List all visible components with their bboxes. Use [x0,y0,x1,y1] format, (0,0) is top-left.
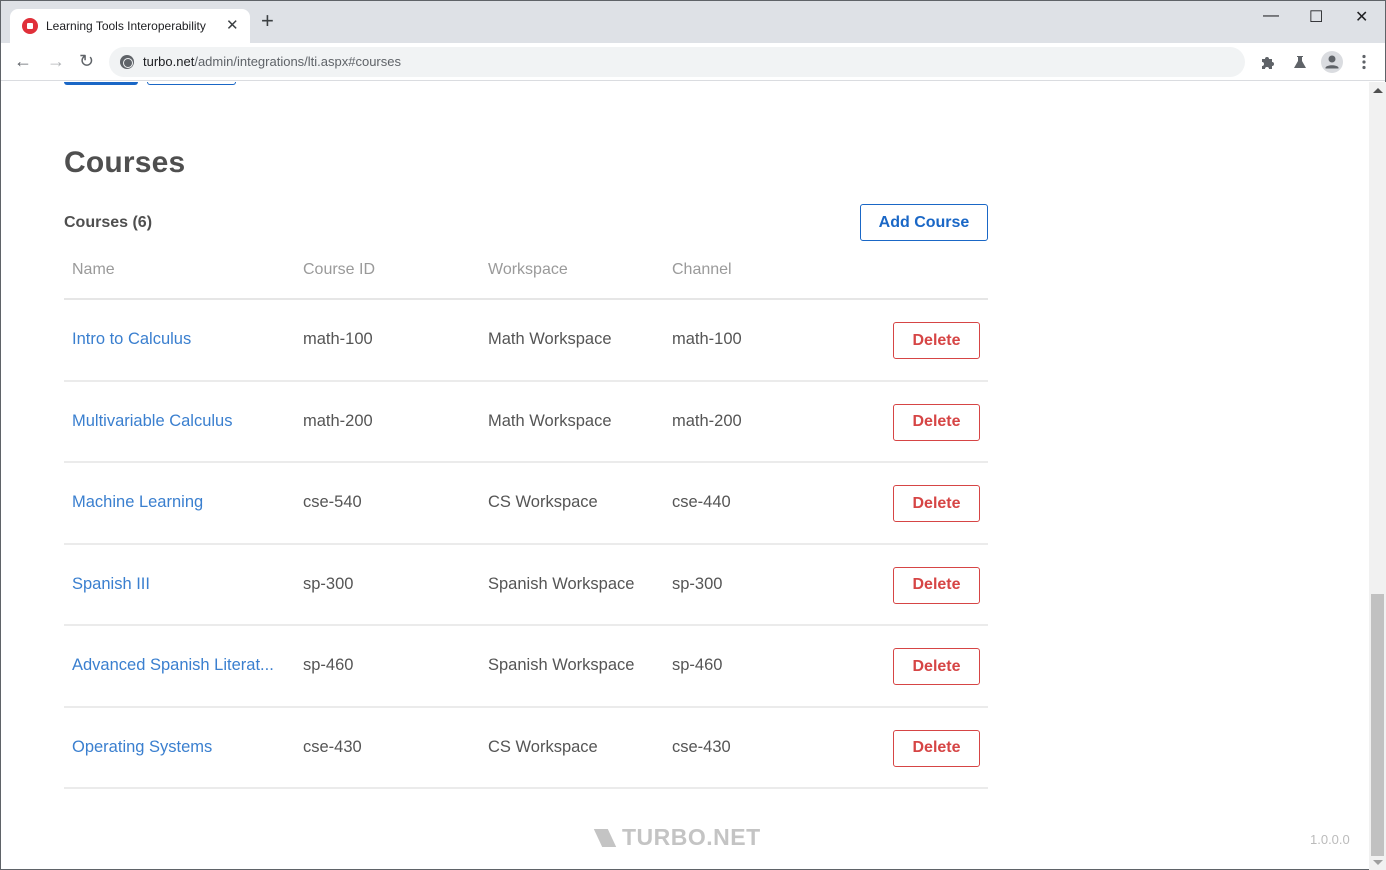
profile-avatar-icon[interactable] [1321,51,1343,73]
course-name-link[interactable]: Intro to Calculus [72,330,191,349]
labs-flask-icon[interactable] [1291,53,1309,71]
browser-window: Learning Tools Interoperability ✕ + — ☐ … [0,0,1386,870]
page-title: Courses [64,146,186,179]
course-id: sp-300 [303,574,354,593]
course-id: cse-540 [303,493,362,511]
course-id: math-100 [303,330,373,348]
column-header-channel: Channel [672,261,732,278]
course-channel: math-200 [672,411,742,430]
course-channel: math-100 [672,330,742,348]
address-bar[interactable]: turbo.net/admin/integrations/lti.aspx#co… [109,47,1245,77]
browser-toolbar: ← → ↻ turbo.net/admin/integrations/lti.a… [1,43,1385,81]
maximize-button[interactable]: ☐ [1309,7,1323,27]
browser-menu-icon[interactable] [1355,53,1373,71]
minimize-button[interactable]: — [1263,7,1279,25]
vertical-scrollbar[interactable] [1369,82,1386,870]
scroll-up-arrow-icon[interactable] [1373,88,1383,93]
url-domain: turbo.net [143,54,195,69]
turbo-favicon-icon [22,18,38,34]
site-info-icon[interactable] [120,55,134,69]
turbo-logo: TURBO.NET [593,824,761,851]
delete-button[interactable]: Delete [893,485,980,522]
tab-title: Learning Tools Interoperability [46,19,206,33]
course-name-link[interactable]: Operating Systems [72,738,212,757]
browser-tab[interactable]: Learning Tools Interoperability ✕ [10,9,250,43]
course-name-link[interactable]: Machine Learning [72,493,203,512]
course-workspace: CS Workspace [488,737,598,756]
table-row: Advanced Spanish Literat... sp-460 Spani… [64,626,988,708]
course-id: cse-430 [303,737,362,756]
scrollbar-thumb[interactable] [1371,594,1384,856]
course-channel: cse-430 [672,737,731,756]
course-workspace: Spanish Workspace [488,574,635,593]
course-workspace: CS Workspace [488,493,598,511]
table-row: Machine Learning cse-540 CS Workspace cs… [64,463,988,545]
table-row: Operating Systems cse-430 CS Workspace c… [64,708,988,789]
course-workspace: Spanish Workspace [488,656,635,674]
course-channel: sp-460 [672,656,723,674]
course-channel: sp-300 [672,574,723,593]
url-path: /admin/integrations/lti.aspx#courses [194,54,401,69]
course-workspace: Math Workspace [488,330,612,348]
forward-button[interactable]: → [47,51,65,71]
delete-button[interactable]: Delete [893,322,980,359]
primary-button-partial[interactable] [64,82,138,85]
extensions-icon[interactable] [1259,53,1277,71]
delete-button[interactable]: Delete [893,403,980,441]
courses-count: Courses (6) [64,214,153,231]
table-row: Intro to Calculus math-100 Math Workspac… [64,300,988,382]
back-button[interactable]: ← [14,51,32,71]
turbo-logo-mark-icon [593,829,617,847]
course-name-link[interactable]: Spanish III [72,575,150,594]
version-label: 1.0.0.0 [1310,832,1350,847]
delete-button[interactable]: Delete [893,566,980,604]
reload-button[interactable]: ↻ [79,51,94,71]
tab-bar: Learning Tools Interoperability ✕ + — ☐ … [1,1,1385,43]
courses-table: Name Course ID Workspace Channel Intro t… [64,252,988,789]
table-header: Name Course ID Workspace Channel [64,252,988,300]
turbo-logo-text: TURBO.NET [622,824,761,850]
table-row: Spanish III sp-300 Spanish Workspace sp-… [64,545,988,626]
new-tab-button[interactable]: + [261,10,274,32]
course-channel: cse-440 [672,493,731,511]
delete-button[interactable]: Delete [893,648,980,685]
secondary-button-partial[interactable] [147,82,236,85]
table-row: Multivariable Calculus math-200 Math Wor… [64,382,988,463]
delete-button[interactable]: Delete [893,729,980,767]
close-tab-icon[interactable]: ✕ [226,16,239,34]
course-name-link[interactable]: Advanced Spanish Literat... [72,656,274,675]
course-name-link[interactable]: Multivariable Calculus [72,412,232,431]
course-id: math-200 [303,411,373,430]
add-course-button[interactable]: Add Course [860,204,988,241]
column-header-name: Name [72,261,115,278]
close-window-button[interactable]: ✕ [1355,7,1368,27]
column-header-course-id: Course ID [303,261,376,278]
course-id: sp-460 [303,656,354,674]
scroll-down-arrow-icon[interactable] [1373,860,1383,865]
url-text[interactable]: turbo.net/admin/integrations/lti.aspx#co… [143,54,401,69]
page-content: Courses Courses (6) Add Course Name Cour… [1,82,1369,870]
column-header-workspace: Workspace [488,261,568,278]
course-workspace: Math Workspace [488,411,612,430]
